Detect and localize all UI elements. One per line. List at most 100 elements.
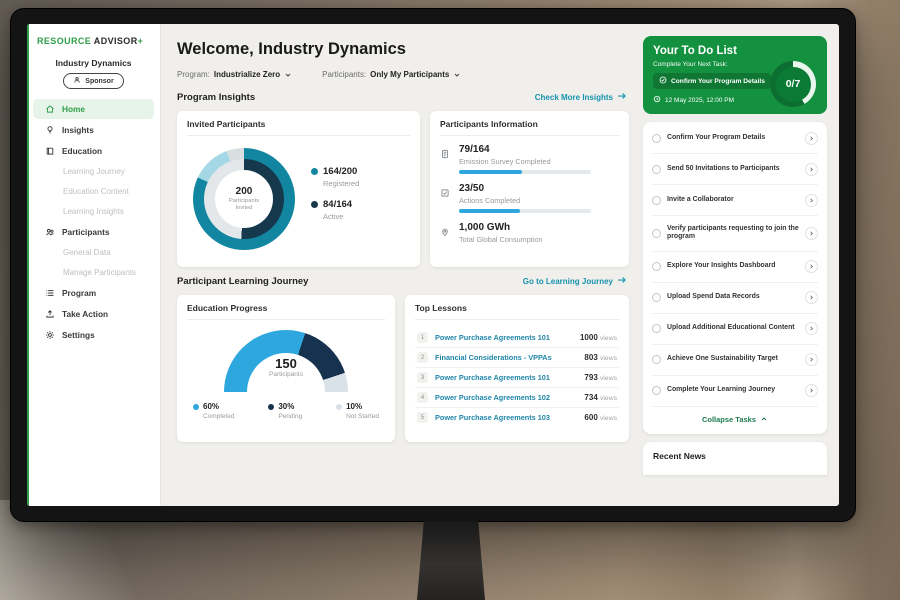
task-label: Invite a Collaborator bbox=[667, 196, 799, 205]
filter-bar: Program: Industrialize Zero Participants… bbox=[177, 70, 629, 79]
lesson-link[interactable]: Power Purchase Agreements 101 bbox=[435, 373, 577, 382]
donut-center-value: 200 bbox=[236, 186, 253, 197]
task-label: Achieve One Sustainability Target bbox=[667, 355, 799, 364]
sidebar-item-label: Manage Participants bbox=[63, 268, 136, 277]
task-checkbox[interactable] bbox=[652, 134, 661, 143]
chevron-right-icon[interactable] bbox=[805, 260, 818, 273]
task-row-confirm-your-program-details[interactable]: Confirm Your Program Details bbox=[652, 123, 818, 154]
sidebar-item-insights[interactable]: Insights bbox=[33, 120, 154, 140]
logo-plus: + bbox=[138, 36, 144, 46]
sidebar-item-take-action[interactable]: Take Action bbox=[33, 304, 154, 324]
gauge-legend-item-completed: 60%Completed bbox=[193, 402, 234, 420]
task-row-complete-your-learning-journey[interactable]: Complete Your Learning Journey bbox=[652, 376, 818, 407]
learning-journey-title: Participant Learning Journey bbox=[177, 276, 308, 287]
task-checkbox[interactable] bbox=[652, 262, 661, 271]
info-row-emission-survey-completed: 79/164Emission Survey Completed bbox=[440, 144, 619, 174]
lesson-row: 5Power Purchase Agreements 103600 views bbox=[415, 408, 619, 427]
sidebar-item-learning-insights[interactable]: Learning Insights bbox=[33, 202, 154, 221]
gauge-legend-item-not-started: 10% Not Started bbox=[336, 402, 379, 420]
progress-bar bbox=[459, 209, 591, 213]
sponsor-badge-label: Sponsor bbox=[85, 78, 113, 85]
sidebar-item-general-data[interactable]: General Data bbox=[33, 243, 154, 262]
legend-dot bbox=[311, 168, 318, 175]
chevron-right-icon[interactable] bbox=[805, 322, 818, 335]
location-icon bbox=[440, 222, 451, 248]
education-icon bbox=[45, 146, 55, 156]
todo-summary-card: Your To Do List Complete Your Next Task:… bbox=[643, 36, 827, 114]
settings-icon bbox=[45, 330, 55, 340]
survey-icon bbox=[440, 144, 451, 174]
lesson-link[interactable]: Power Purchase Agreements 103 bbox=[435, 413, 577, 422]
sidebar-item-education[interactable]: Education bbox=[33, 141, 154, 161]
chevron-right-icon[interactable] bbox=[805, 291, 818, 304]
task-row-verify-participants-requesting-to-join-the-program[interactable]: Verify participants requesting to join t… bbox=[652, 216, 818, 252]
chevron-right-icon[interactable] bbox=[805, 163, 818, 176]
legend-value: 164/200 bbox=[323, 166, 357, 177]
chevron-right-icon[interactable] bbox=[805, 132, 818, 145]
gauge-center-value: 150 bbox=[224, 356, 348, 371]
chevron-right-icon[interactable] bbox=[805, 227, 818, 240]
task-list: Confirm Your Program Details Send 50 Invi… bbox=[643, 122, 827, 434]
sidebar-item-participants[interactable]: Participants bbox=[33, 222, 154, 242]
lesson-rank: 2 bbox=[417, 352, 428, 363]
task-label: Complete Your Learning Journey bbox=[667, 386, 799, 395]
task-checkbox[interactable] bbox=[652, 229, 661, 238]
education-progress-card: Education Progress 150 Participants 60%C… bbox=[177, 295, 395, 442]
page-title: Welcome, Industry Dynamics bbox=[177, 40, 629, 59]
sidebar-item-home[interactable]: Home bbox=[33, 99, 154, 119]
task-checkbox[interactable] bbox=[652, 386, 661, 395]
top-lessons-card: Top Lessons 1Power Purchase Agreements 1… bbox=[405, 295, 629, 442]
participants-select-label: Participants: bbox=[322, 70, 366, 79]
collapse-tasks-link[interactable]: Collapse Tasks bbox=[652, 407, 818, 434]
legend-label: Not Started bbox=[346, 413, 379, 420]
task-checkbox[interactable] bbox=[652, 196, 661, 205]
lesson-link[interactable]: Power Purchase Agreements 102 bbox=[435, 393, 577, 402]
participants-select[interactable]: Participants: Only My Participants bbox=[322, 70, 461, 79]
legend-value: 10% bbox=[346, 402, 362, 411]
check-more-insights-link[interactable]: Check More Insights bbox=[535, 91, 627, 103]
sidebar-item-manage-participants[interactable]: Manage Participants bbox=[33, 263, 154, 282]
task-row-achieve-one-sustainability-target[interactable]: Achieve One Sustainability Target bbox=[652, 345, 818, 376]
task-checkbox[interactable] bbox=[652, 355, 661, 364]
sidebar-item-program[interactable]: Program bbox=[33, 283, 154, 303]
task-checkbox[interactable] bbox=[652, 165, 661, 174]
todo-title: Your To Do List bbox=[653, 45, 817, 57]
task-label: Send 50 Invitations to Participants bbox=[667, 165, 799, 174]
task-checkbox[interactable] bbox=[652, 293, 661, 302]
participants-information-card: Participants Information 79/164Emission … bbox=[430, 111, 629, 267]
info-label: Total Global Consumption bbox=[459, 235, 543, 244]
lesson-link[interactable]: Power Purchase Agreements 101 bbox=[435, 333, 573, 342]
task-row-explore-your-insights-dashboard[interactable]: Explore Your Insights Dashboard bbox=[652, 252, 818, 283]
chevron-right-icon[interactable] bbox=[805, 384, 818, 397]
arrow-right-icon bbox=[617, 91, 627, 103]
sidebar-item-label: Learning Journey bbox=[63, 167, 125, 176]
sidebar-item-settings[interactable]: Settings bbox=[33, 325, 154, 345]
monitor-bezel: RESOURCE ADVISOR+ Industry Dynamics Spon… bbox=[10, 8, 856, 522]
progress-bar bbox=[459, 170, 591, 174]
chevron-right-icon[interactable] bbox=[805, 353, 818, 366]
legend-label: Completed bbox=[203, 413, 234, 420]
chevron-down-icon bbox=[453, 71, 461, 79]
lesson-link[interactable]: Financial Considerations - VPPAs bbox=[435, 353, 577, 362]
sidebar-item-label: Learning Insights bbox=[63, 207, 124, 216]
task-row-invite-a-collaborator[interactable]: Invite a Collaborator bbox=[652, 185, 818, 216]
sidebar-item-education-content[interactable]: Education Content bbox=[33, 182, 154, 201]
task-row-send-50-invitations-to-participants[interactable]: Send 50 Invitations to Participants bbox=[652, 154, 818, 185]
legend-dot bbox=[311, 201, 318, 208]
top-lessons-title: Top Lessons bbox=[415, 303, 619, 320]
education-progress-title: Education Progress bbox=[187, 303, 385, 320]
sidebar-item-label: General Data bbox=[63, 248, 111, 257]
chevron-right-icon[interactable] bbox=[805, 194, 818, 207]
task-row-upload-additional-educational-content[interactable]: Upload Additional Educational Content bbox=[652, 314, 818, 345]
task-checkbox[interactable] bbox=[652, 324, 661, 333]
next-task-pill[interactable]: Confirm Your Program Details bbox=[653, 73, 771, 89]
program-select[interactable]: Program: Industrialize Zero bbox=[177, 70, 292, 79]
info-value: 23/50 bbox=[459, 183, 591, 194]
task-row-upload-spend-data-records[interactable]: Upload Spend Data Records bbox=[652, 283, 818, 314]
app-logo: RESOURCE ADVISOR+ bbox=[27, 32, 160, 52]
invited-participants-card: Invited Participants 200 Participants In… bbox=[177, 111, 420, 267]
sponsor-badge[interactable]: Sponsor bbox=[63, 73, 123, 89]
go-to-learning-journey-link[interactable]: Go to Learning Journey bbox=[523, 275, 627, 287]
sidebar-item-learning-journey[interactable]: Learning Journey bbox=[33, 162, 154, 181]
task-label: Upload Spend Data Records bbox=[667, 293, 799, 302]
